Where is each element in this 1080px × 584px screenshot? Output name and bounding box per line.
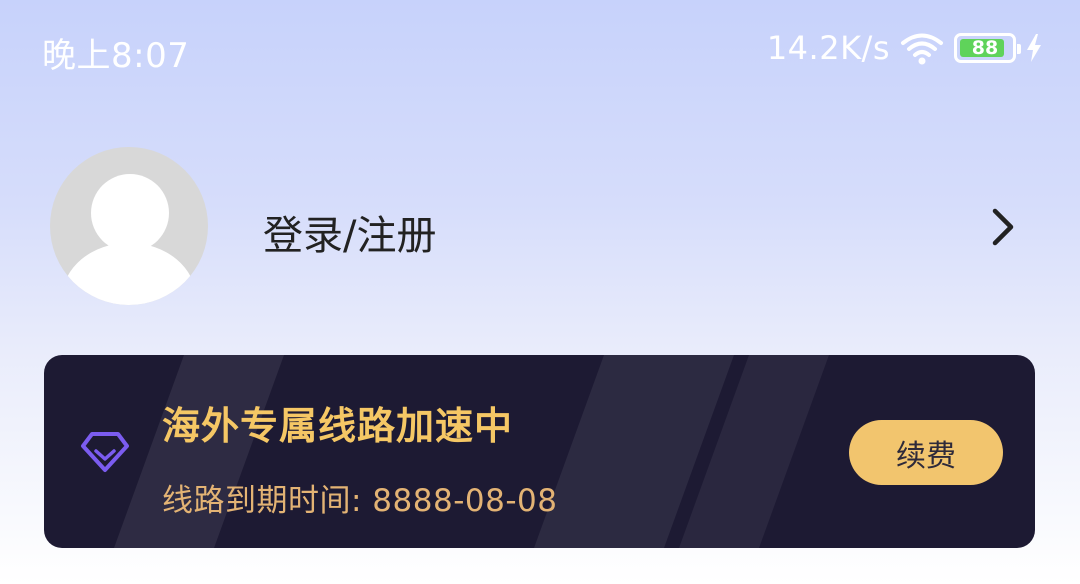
line-expiry-date: 线路到期时间: 8888-08-08 <box>162 483 558 519</box>
login-register-link[interactable]: 登录/注册 <box>263 203 436 261</box>
status-time: 晚上8:07 <box>42 36 190 76</box>
status-indicators: 14.2K/s 88 <box>767 28 1042 68</box>
vip-line-title: 海外专属线路加速中 <box>162 404 514 448</box>
wifi-icon <box>900 31 944 65</box>
status-bar: 晚上8:07 14.2K/s 88 <box>0 0 1080 96</box>
network-speed: 14.2K/s <box>766 29 890 67</box>
diamond-icon <box>80 431 130 473</box>
charging-bolt-icon <box>1026 34 1042 62</box>
battery-icon: 88 <box>954 33 1021 63</box>
avatar-body-shape <box>62 243 196 305</box>
default-avatar[interactable] <box>50 147 208 305</box>
avatar-head-shape <box>91 174 169 252</box>
vip-line-card: 海外专属线路加速中 线路到期时间: 8888-08-08 续费 <box>44 355 1035 548</box>
chevron-right-icon[interactable] <box>990 207 1016 247</box>
battery-level: 88 <box>971 36 999 59</box>
renew-button[interactable]: 续费 <box>849 420 1003 485</box>
profile-login-row[interactable]: 登录/注册 <box>50 147 1030 305</box>
